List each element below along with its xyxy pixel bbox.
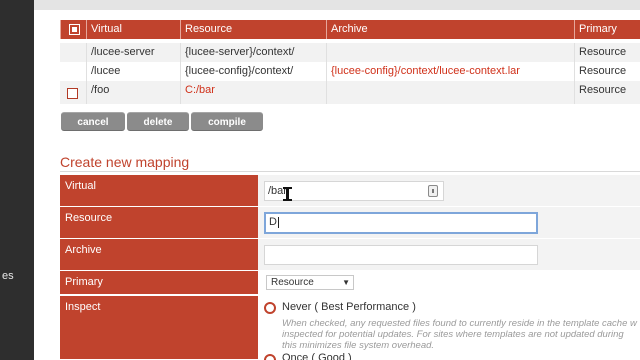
- cell-resource: C:/bar: [180, 81, 326, 104]
- form-row-inspect: Inspect Never ( Best Performance ) When …: [60, 296, 640, 360]
- cell-archive: {lucee-config}/context/lucee-context.lar: [326, 62, 574, 81]
- virtual-input[interactable]: /bar: [264, 181, 444, 201]
- table-row: /lucee-server {lucee-server}/context/ Re…: [60, 43, 640, 62]
- form-row-primary: Primary Resource ▼: [60, 271, 640, 295]
- cell-primary: Resource: [574, 43, 640, 62]
- radio-never[interactable]: [264, 302, 276, 314]
- resource-input[interactable]: D: [264, 212, 538, 234]
- cell-primary: Resource: [574, 62, 640, 81]
- cell-primary: Resource: [574, 81, 640, 104]
- chevron-down-icon: ▼: [342, 278, 350, 287]
- row-select-cell: [60, 43, 86, 62]
- column-header-primary[interactable]: Primary: [574, 20, 640, 39]
- inspect-label: Inspect: [60, 296, 258, 360]
- form-row-virtual: Virtual /bar: [60, 175, 640, 207]
- form-row-archive: Archive: [60, 239, 640, 271]
- section-divider: [60, 171, 640, 172]
- sidebar-item-label[interactable]: es: [2, 270, 14, 282]
- column-header-resource[interactable]: Resource: [180, 20, 326, 39]
- delete-button[interactable]: delete: [127, 112, 189, 131]
- cell-resource: {lucee-server}/context/: [180, 43, 326, 62]
- resource-label: Resource: [60, 207, 258, 239]
- text-caret: [277, 216, 279, 228]
- primary-label: Primary: [60, 271, 258, 295]
- resource-input-value: D: [269, 216, 277, 228]
- left-sidebar: es: [0, 0, 36, 360]
- radio-once[interactable]: [264, 354, 276, 360]
- never-hint-line: When checked, any requested files found …: [282, 318, 637, 329]
- virtual-value-cell: /bar: [258, 175, 640, 207]
- never-hint-line: this minimizes file system overhead.: [282, 340, 435, 351]
- row-select-cell: [60, 62, 86, 81]
- cell-virtual: /foo: [86, 81, 180, 104]
- table-row: /lucee {lucee-config}/context/ {lucee-co…: [60, 62, 640, 81]
- column-header-virtual[interactable]: Virtual: [86, 20, 180, 39]
- cell-archive: [326, 81, 574, 104]
- row-checkbox[interactable]: [67, 88, 78, 99]
- cell-archive: [326, 43, 574, 62]
- cancel-button[interactable]: cancel: [61, 112, 125, 131]
- select-all-cell: [60, 20, 86, 39]
- form-row-resource: Resource D: [60, 207, 640, 239]
- text-cursor-icon: [283, 187, 292, 201]
- top-description-strip: [34, 0, 640, 10]
- section-title: Create new mapping: [60, 154, 190, 170]
- cell-virtual: /lucee-server: [86, 43, 180, 62]
- select-all-checkbox[interactable]: [69, 24, 80, 35]
- never-hint-line: inspected for potential updates. For sit…: [282, 329, 624, 340]
- primary-select[interactable]: Resource ▼: [266, 275, 354, 290]
- row-select-cell: [60, 81, 86, 104]
- radio-never-label[interactable]: Never ( Best Performance ): [282, 301, 416, 313]
- table-header-row: Virtual Resource Archive Primary: [60, 20, 640, 39]
- cell-virtual: /lucee: [86, 62, 180, 81]
- archive-value-cell: [258, 239, 640, 271]
- archive-label: Archive: [60, 239, 258, 271]
- column-header-archive[interactable]: Archive: [326, 20, 574, 39]
- archive-input[interactable]: [264, 245, 538, 265]
- table-row: /foo C:/bar Resource: [60, 81, 640, 104]
- primary-select-value: Resource: [271, 277, 314, 288]
- resource-value-cell: D: [258, 207, 640, 239]
- compile-button[interactable]: compile: [191, 112, 263, 131]
- cell-resource: {lucee-config}/context/: [180, 62, 326, 81]
- autofill-key-icon[interactable]: [428, 185, 438, 197]
- virtual-label: Virtual: [60, 175, 258, 207]
- radio-once-label[interactable]: Once ( Good ): [282, 352, 352, 360]
